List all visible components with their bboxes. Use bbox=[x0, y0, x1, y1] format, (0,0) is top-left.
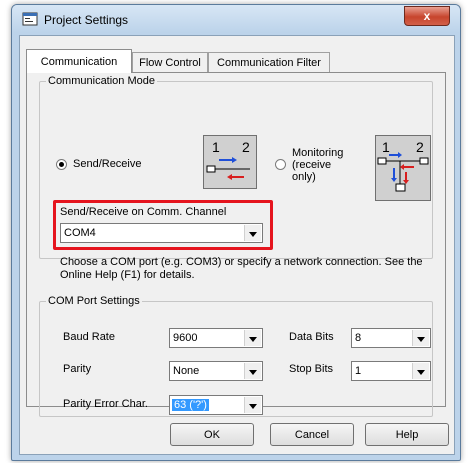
baud-rate-value: 9600 bbox=[173, 332, 198, 344]
tab-flow-control[interactable]: Flow Control bbox=[132, 52, 208, 72]
data-bits-value: 8 bbox=[355, 332, 362, 344]
tab-communication-label: Communication bbox=[40, 55, 118, 68]
close-icon: x bbox=[423, 9, 431, 23]
channel-label: Send/Receive on Comm. Channel bbox=[60, 206, 227, 218]
svg-text:1: 1 bbox=[382, 139, 390, 155]
parity-error-label: Parity Error Char. bbox=[63, 398, 148, 410]
device-1-icon bbox=[206, 165, 216, 173]
monitoring-label: Monitoring (receive only) bbox=[292, 147, 343, 183]
chevron-down-icon[interactable] bbox=[244, 397, 261, 413]
com-port-settings-legend: COM Port Settings bbox=[48, 295, 140, 307]
chevron-down-icon[interactable] bbox=[244, 330, 261, 346]
tab-communication-filter[interactable]: Communication Filter bbox=[208, 52, 330, 72]
svg-text:2: 2 bbox=[416, 139, 424, 155]
baud-rate-label: Baud Rate bbox=[63, 331, 115, 343]
monitoring-label-line3: only) bbox=[292, 171, 316, 183]
monitoring-radio[interactable] bbox=[275, 159, 286, 170]
baud-rate-select[interactable]: 9600 bbox=[169, 328, 263, 348]
cancel-button-label: Cancel bbox=[294, 428, 330, 441]
monitoring-label-line2: (receive bbox=[292, 159, 332, 171]
project-settings-window: Project Settings x Communication Flow Co… bbox=[11, 4, 461, 461]
chevron-down-icon[interactable] bbox=[412, 363, 429, 379]
parity-error-select[interactable]: 63 ('?') bbox=[169, 395, 263, 415]
communication-mode-legend: Communication Mode bbox=[48, 75, 155, 87]
help-button-label: Help bbox=[395, 428, 419, 441]
monitor-device-icon bbox=[395, 183, 406, 192]
channel-help-text: Choose a COM port (e.g. COM3) or specify… bbox=[60, 256, 423, 281]
parity-label: Parity bbox=[63, 363, 92, 375]
help-button[interactable]: Help bbox=[365, 423, 449, 446]
chevron-down-icon[interactable] bbox=[412, 330, 429, 346]
parity-select[interactable]: None bbox=[169, 361, 263, 381]
stop-bits-select[interactable]: 1 bbox=[351, 361, 431, 381]
stop-bits-label: Stop Bits bbox=[289, 363, 334, 375]
send-receive-diagram: 1 2 bbox=[203, 135, 257, 189]
communication-tab-panel: Communication Mode Send/Receive 1 2 Moni… bbox=[26, 72, 446, 417]
monitoring-diagram: 1 2 bbox=[375, 135, 431, 201]
channel-select[interactable]: COM4 bbox=[60, 223, 263, 243]
data-bits-label: Data Bits bbox=[289, 331, 334, 343]
parity-value: None bbox=[173, 365, 200, 377]
close-button[interactable]: x bbox=[404, 6, 450, 26]
chevron-down-icon[interactable] bbox=[244, 363, 261, 379]
stop-bits-value: 1 bbox=[355, 365, 362, 377]
parity-error-value: 63 ('?') bbox=[172, 399, 209, 411]
window-title: Project Settings bbox=[44, 13, 129, 27]
title-bar: Project Settings x bbox=[12, 5, 460, 33]
diagram-node-1: 1 bbox=[212, 139, 220, 155]
cancel-button[interactable]: Cancel bbox=[270, 423, 354, 446]
diagram-node-2: 2 bbox=[242, 139, 250, 155]
settings-window-icon bbox=[22, 12, 38, 26]
send-receive-radio[interactable] bbox=[56, 159, 67, 170]
tab-communication[interactable]: Communication bbox=[26, 49, 132, 73]
ok-button[interactable]: OK bbox=[170, 423, 254, 446]
dialog-client-area: Communication Flow Control Communication… bbox=[19, 35, 455, 455]
tab-flow-control-label: Flow Control bbox=[139, 56, 201, 69]
ok-button-label: OK bbox=[204, 428, 220, 441]
chevron-down-icon[interactable] bbox=[244, 225, 261, 241]
send-receive-label: Send/Receive bbox=[73, 158, 142, 170]
monitoring-label-line1: Monitoring bbox=[292, 147, 344, 159]
tab-communication-filter-label: Communication Filter bbox=[217, 56, 321, 69]
data-bits-select[interactable]: 8 bbox=[351, 328, 431, 348]
channel-value: COM4 bbox=[64, 227, 96, 239]
